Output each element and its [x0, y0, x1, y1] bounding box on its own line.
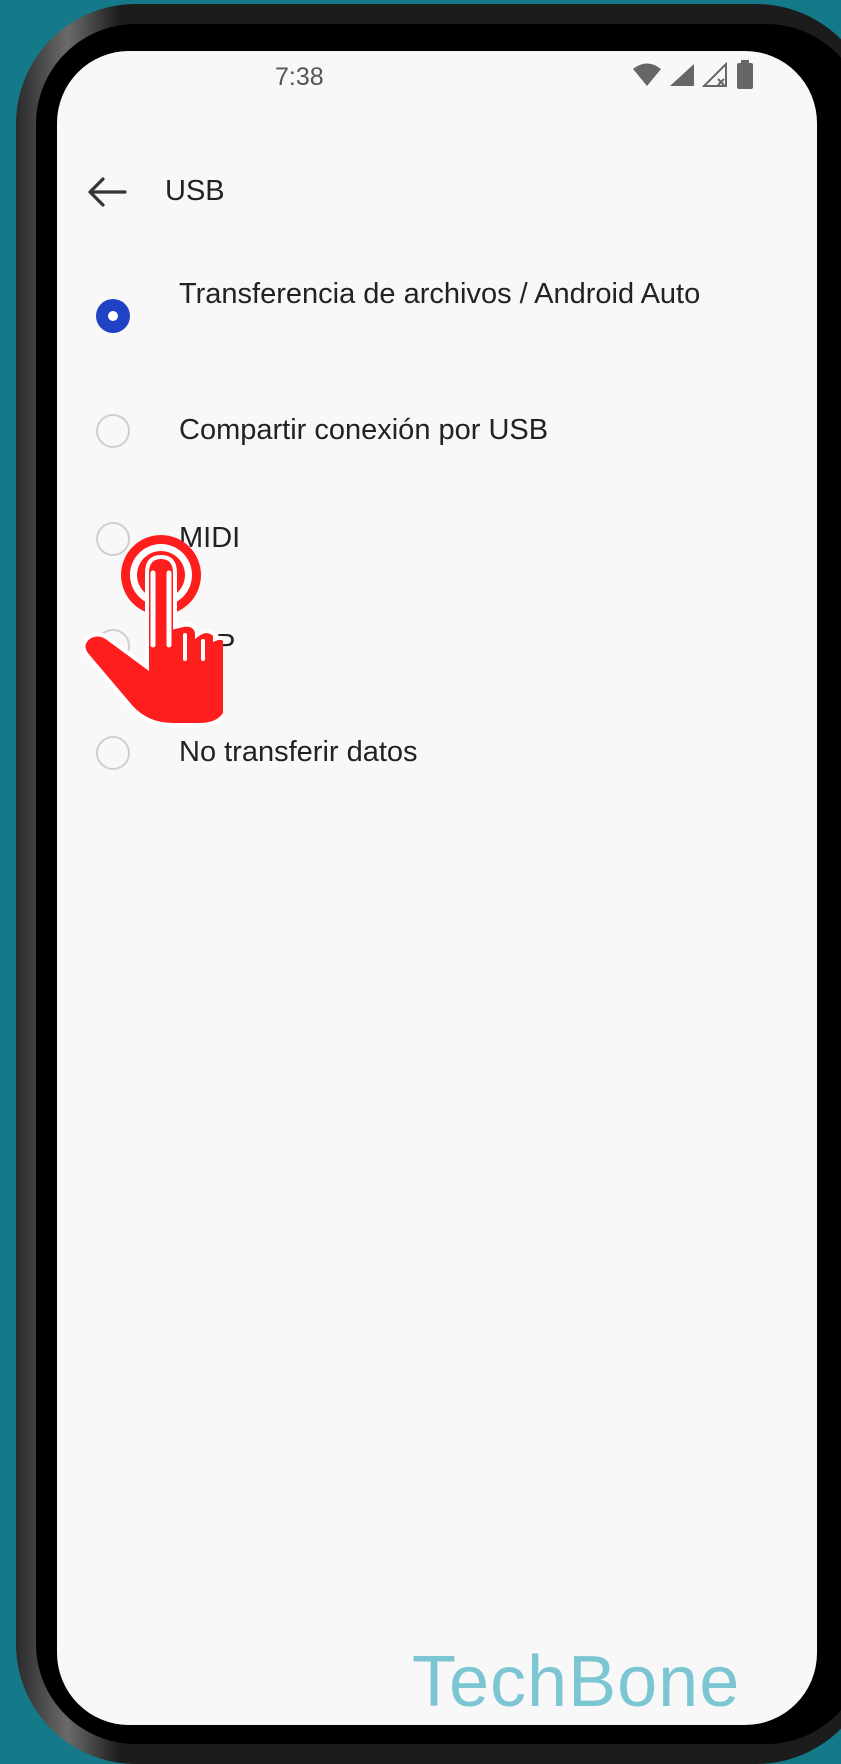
device-screen: 7:38 USB Transferencia de archivos / And… — [57, 51, 817, 1725]
signal-no-sim-icon — [701, 61, 730, 93]
radio-button[interactable] — [96, 629, 130, 663]
arrow-left-icon — [85, 177, 131, 219]
radio-button[interactable] — [96, 414, 130, 448]
radio-button-selected[interactable] — [96, 299, 130, 333]
status-bar: 7:38 — [57, 51, 817, 111]
status-time: 7:38 — [275, 63, 324, 91]
app-header: USB — [57, 151, 817, 231]
option-label: Transferencia de archivos / Android Auto — [179, 278, 701, 310]
page-title: USB — [165, 175, 225, 207]
watermark-logo: TechBone — [412, 1642, 741, 1722]
option-label: No transferir datos — [179, 736, 418, 768]
battery-icon — [736, 59, 754, 95]
option-ptp[interactable]: PTP — [57, 600, 817, 700]
option-file-transfer[interactable]: Transferencia de archivos / Android Auto — [57, 263, 817, 373]
option-label: PTP — [179, 629, 236, 661]
option-no-data-transfer[interactable]: No transferir datos — [57, 707, 817, 807]
option-label: Compartir conexión por USB — [179, 414, 549, 446]
signal-icon — [668, 62, 696, 93]
status-icons — [632, 59, 754, 95]
option-usb-tethering[interactable]: Compartir conexión por USB — [57, 385, 817, 485]
option-label: MIDI — [179, 522, 241, 554]
option-midi[interactable]: MIDI — [57, 493, 817, 593]
wifi-icon — [632, 62, 662, 93]
radio-button[interactable] — [96, 522, 130, 556]
back-button[interactable] — [85, 169, 131, 215]
radio-button[interactable] — [96, 736, 130, 770]
